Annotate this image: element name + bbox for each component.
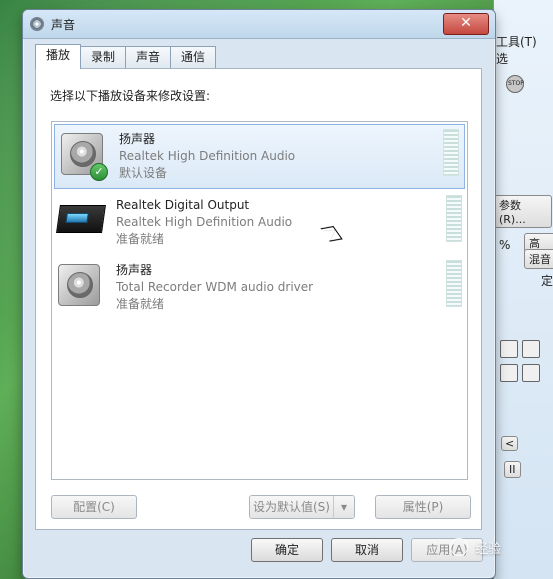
fixed-label: 定 bbox=[541, 274, 553, 288]
scroll-button[interactable]: < bbox=[501, 436, 519, 451]
device-status: 准备就绪 bbox=[116, 297, 165, 311]
parameter-button-label: 参数(R)... bbox=[499, 199, 526, 226]
volume-meter bbox=[446, 260, 462, 307]
close-icon: ✕ bbox=[460, 15, 472, 31]
ok-button[interactable]: 确定 bbox=[251, 538, 323, 562]
tab-communications-label: 通信 bbox=[181, 50, 206, 64]
chevron-down-icon[interactable]: ▾ bbox=[334, 496, 354, 518]
dialog-titlebar: 声音 ✕ bbox=[23, 10, 495, 39]
device-item-digital-output[interactable]: Realtek Digital Output Realtek High Defi… bbox=[52, 191, 467, 256]
tab-playback-label: 播放 bbox=[46, 48, 71, 62]
volume-meter bbox=[443, 129, 459, 176]
background-menu-item-tools[interactable]: 工具(T) bbox=[496, 35, 537, 49]
device-driver: Realtek High Definition Audio bbox=[119, 149, 296, 163]
stop-label: STOP bbox=[508, 80, 524, 87]
device-status: 准备就绪 bbox=[116, 232, 165, 246]
tools-icon[interactable] bbox=[522, 364, 540, 382]
mix-button-label: 混音 bbox=[529, 253, 551, 266]
paw-icon bbox=[450, 538, 468, 556]
tab-recording[interactable]: 录制 bbox=[80, 46, 127, 68]
device-action-buttons: 配置(C) 设为默认值(S) ▾ 属性(P) bbox=[51, 493, 471, 521]
watermark-text: 经验 bbox=[475, 542, 502, 557]
configure-button[interactable]: 配置(C) bbox=[51, 495, 137, 519]
properties-button[interactable]: 属性(P) bbox=[375, 495, 471, 519]
parameter-button[interactable]: 参数(R)... bbox=[494, 195, 552, 228]
dialog-title: 声音 bbox=[51, 18, 76, 32]
playback-device-list[interactable]: ✓ 扬声器 Realtek High Definition Audio 默认设备… bbox=[51, 121, 468, 480]
cancel-button-label: 取消 bbox=[354, 543, 379, 557]
set-default-main[interactable]: 设为默认值(S) bbox=[250, 496, 334, 518]
scroll-button-label: < bbox=[505, 437, 515, 450]
ok-button-label: 确定 bbox=[274, 543, 299, 557]
set-default-button[interactable]: 设为默认值(S) ▾ bbox=[249, 495, 355, 519]
digital-device-icon bbox=[56, 205, 106, 233]
playback-panel: 选择以下播放设备来修改设置: ✓ 扬声器 Realtek High Defini… bbox=[35, 68, 482, 530]
device-item-speaker-default[interactable]: ✓ 扬声器 Realtek High Definition Audio 默认设备 bbox=[54, 124, 465, 189]
speaker-body-icon bbox=[58, 264, 100, 306]
tab-recording-label: 录制 bbox=[91, 50, 116, 64]
pause-button[interactable]: II bbox=[504, 461, 521, 478]
digital-output-icon bbox=[56, 199, 106, 241]
mix-button[interactable]: 混音 bbox=[524, 249, 553, 269]
edit-icon-2[interactable] bbox=[522, 340, 540, 358]
pause-button-label: II bbox=[509, 463, 516, 476]
volume-meter bbox=[446, 195, 462, 242]
device-name: 扬声器 bbox=[116, 263, 153, 277]
document-icon[interactable] bbox=[500, 364, 518, 382]
speaker-icon bbox=[58, 264, 100, 306]
cancel-button[interactable]: 取消 bbox=[331, 538, 403, 562]
dialog-tabs: 播放 录制 声音 通信 bbox=[35, 44, 217, 70]
speaker-cone-icon bbox=[70, 141, 96, 167]
sound-icon bbox=[30, 17, 44, 31]
background-menu: 工具(T) 选 bbox=[496, 33, 553, 67]
set-default-button-label: 设为默认值(S) bbox=[253, 500, 330, 514]
device-name: Realtek Digital Output bbox=[116, 198, 250, 212]
default-check-icon: ✓ bbox=[90, 163, 108, 181]
configure-button-label: 配置(C) bbox=[73, 500, 115, 514]
tab-communications[interactable]: 通信 bbox=[170, 46, 217, 68]
tab-sounds[interactable]: 声音 bbox=[125, 46, 172, 68]
edit-icon[interactable] bbox=[500, 340, 518, 358]
speaker-icon: ✓ bbox=[61, 133, 108, 181]
watermark: 经验 bbox=[450, 538, 501, 557]
stop-icon[interactable]: STOP bbox=[506, 75, 524, 93]
speaker-cone-icon bbox=[67, 272, 93, 298]
background-application-window: 工具(T) 选 STOP 参数(R)... % 高 混音 定 II < bbox=[493, 0, 553, 579]
device-status: 默认设备 bbox=[119, 166, 168, 180]
properties-button-label: 属性(P) bbox=[402, 500, 444, 514]
percent-label: % bbox=[499, 238, 511, 252]
tab-sounds-label: 声音 bbox=[136, 50, 161, 64]
dialog-footer-buttons: 确定 取消 应用(A) bbox=[251, 538, 483, 562]
device-driver: Total Recorder WDM audio driver bbox=[116, 280, 314, 294]
tab-playback[interactable]: 播放 bbox=[35, 44, 82, 69]
sound-dialog: 声音 ✕ 播放 录制 声音 通信 选择以下播放设备来修改设置: ✓ 扬声器 Re… bbox=[22, 9, 496, 579]
device-item-speaker-total-recorder[interactable]: 扬声器 Total Recorder WDM audio driver 准备就绪 bbox=[52, 256, 467, 321]
device-driver: Realtek High Definition Audio bbox=[116, 215, 293, 229]
instruction-text: 选择以下播放设备来修改设置: bbox=[50, 89, 211, 103]
close-button[interactable]: ✕ bbox=[443, 13, 489, 35]
background-menu-item-select[interactable]: 选 bbox=[496, 52, 508, 66]
device-name: 扬声器 bbox=[119, 132, 156, 146]
